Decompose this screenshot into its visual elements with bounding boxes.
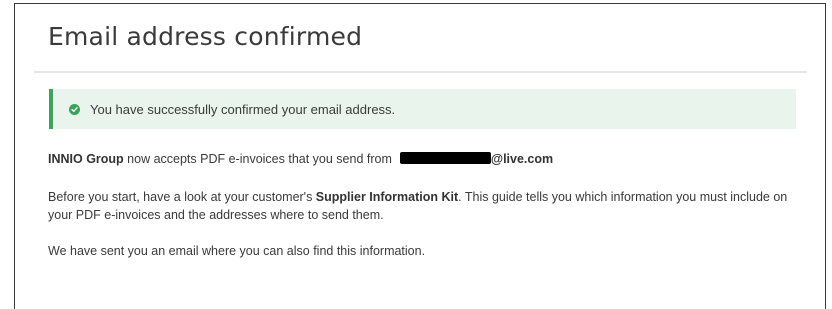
check-circle-icon (69, 103, 80, 115)
kit-text-before: Before you start, have a look at your cu… (48, 190, 316, 204)
redacted-email-block (399, 152, 491, 164)
title-divider (34, 71, 807, 73)
kit-paragraph: Before you start, have a look at your cu… (48, 188, 798, 224)
success-alert: You have successfully confirmed your ema… (49, 89, 796, 129)
success-message: You have successfully confirmed your ema… (90, 101, 396, 117)
supplier-kit-name: Supplier Information Kit (315, 190, 459, 204)
accept-paragraph: INNIO Group now accepts PDF e-invoices t… (48, 150, 798, 168)
page-title: Email address confirmed (48, 22, 363, 51)
email-domain: @live.com (490, 152, 554, 166)
accept-text: now accepts PDF e-invoices that you send… (123, 152, 392, 166)
email-note: We have sent you an email where you can … (48, 244, 426, 258)
company-name: INNIO Group (48, 152, 124, 166)
